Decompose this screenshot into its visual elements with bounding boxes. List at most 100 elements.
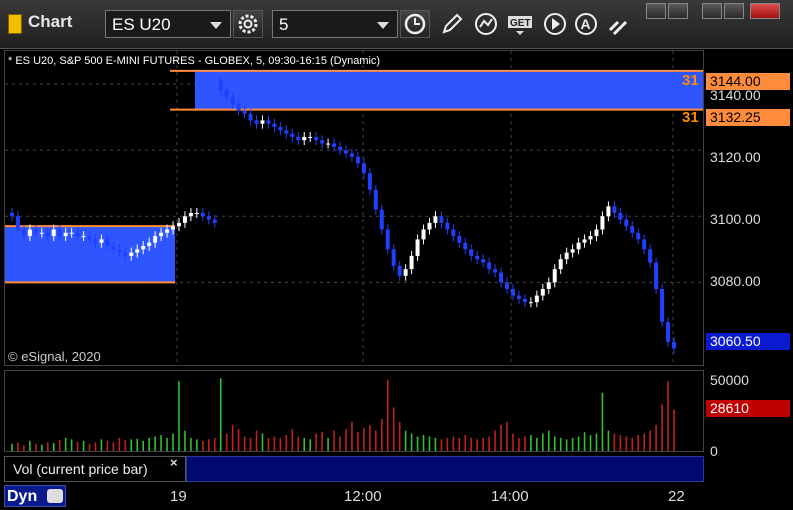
volume-bar xyxy=(64,437,67,451)
study-icon[interactable] xyxy=(472,10,500,38)
lock-icon xyxy=(47,489,63,503)
volume-bar xyxy=(416,436,419,451)
candle xyxy=(332,143,337,147)
candle xyxy=(427,222,432,230)
get-data-icon[interactable]: GET xyxy=(506,10,536,38)
volume-bar xyxy=(279,437,282,451)
link-icon[interactable] xyxy=(604,10,632,38)
interval-combobox[interactable]: 5 xyxy=(272,10,398,38)
settings-button[interactable] xyxy=(233,10,263,38)
candle xyxy=(284,130,289,134)
candle xyxy=(159,232,164,237)
volume-bar xyxy=(589,435,592,451)
candle xyxy=(182,216,187,223)
candle xyxy=(296,136,301,141)
svg-text:GET: GET xyxy=(510,18,531,29)
candle xyxy=(487,262,492,270)
candle xyxy=(361,163,366,174)
candle xyxy=(648,249,653,263)
volume-legend[interactable]: Vol (current price bar) xyxy=(4,456,186,482)
alert-icon[interactable]: A xyxy=(572,10,600,38)
volume-bar xyxy=(518,437,520,451)
play-icon[interactable] xyxy=(541,10,569,38)
minimize-button[interactable] xyxy=(702,3,722,19)
pencil-icon[interactable] xyxy=(438,10,466,38)
volume-bar xyxy=(94,442,97,451)
volume-bar xyxy=(213,437,216,451)
time-button[interactable] xyxy=(400,10,430,38)
volume-bar xyxy=(351,421,353,451)
volume-bar xyxy=(559,437,562,451)
volume-bar xyxy=(172,433,174,451)
symbol-combobox[interactable]: ES U20 xyxy=(105,10,231,38)
candle xyxy=(123,252,128,256)
candle xyxy=(302,136,307,141)
candle xyxy=(314,136,319,141)
close-button[interactable] xyxy=(750,3,780,19)
volume-bar xyxy=(11,443,13,451)
volume-bar xyxy=(315,433,317,451)
candle xyxy=(510,288,515,296)
candle xyxy=(254,120,259,124)
volume-bar xyxy=(386,379,389,451)
candle xyxy=(475,255,480,260)
candle xyxy=(433,216,438,223)
candle xyxy=(379,209,384,230)
candle xyxy=(320,140,325,144)
candle xyxy=(248,113,253,121)
volume-panel[interactable] xyxy=(4,370,704,452)
volume-bar xyxy=(178,381,180,451)
chart-title: * ES U20, S&P 500 E-MINI FUTURES - GLOBE… xyxy=(8,55,381,67)
volume-bar xyxy=(231,424,234,451)
volume-bar xyxy=(434,437,437,451)
candle xyxy=(338,146,343,151)
y-tick-label: 3100.00 xyxy=(710,211,761,227)
volume-bar xyxy=(637,435,640,451)
candle xyxy=(15,216,20,230)
candle xyxy=(445,222,450,230)
candle xyxy=(117,249,122,253)
price-chart-panel[interactable] xyxy=(4,50,704,366)
candle xyxy=(499,272,504,283)
volume-bar xyxy=(530,435,532,451)
volume-bar xyxy=(327,437,329,451)
volume-bar xyxy=(130,439,133,451)
candle xyxy=(224,90,229,98)
candle xyxy=(385,229,390,250)
volume-bar xyxy=(160,435,162,451)
volume-bar xyxy=(100,439,103,451)
close-study-icon[interactable]: × xyxy=(170,455,178,470)
candle xyxy=(463,242,468,250)
candle xyxy=(582,239,587,243)
candle xyxy=(81,236,86,238)
volume-bar xyxy=(291,429,294,451)
candle xyxy=(266,120,271,124)
maximize-button[interactable] xyxy=(724,3,744,19)
volume-bar xyxy=(76,441,79,451)
x-tick-label: 22 xyxy=(668,488,685,505)
candle xyxy=(439,216,444,223)
candle xyxy=(660,288,665,323)
volume-bar xyxy=(23,445,25,451)
volume-bar xyxy=(309,439,311,451)
volume-bar xyxy=(118,437,121,451)
volume-y-tick-label: 50000 xyxy=(710,372,749,388)
help-button[interactable] xyxy=(646,3,666,19)
dynamic-mode-button[interactable]: Dyn xyxy=(4,485,66,507)
candle xyxy=(176,222,181,227)
volume-bar xyxy=(482,437,484,451)
candle xyxy=(188,212,193,217)
volume-bar xyxy=(190,437,192,451)
volume-bar xyxy=(536,437,538,451)
volume-bar xyxy=(446,437,449,451)
candle xyxy=(451,229,456,237)
volume-bar xyxy=(542,433,544,451)
gear-icon xyxy=(238,14,258,34)
volume-bar xyxy=(106,440,109,451)
chart-window: Chart ES U20 5 GET A * ES U20, S&P 500 E… xyxy=(0,0,793,510)
volume-bar xyxy=(565,439,568,451)
volume-bar xyxy=(357,432,359,451)
restore-button[interactable] xyxy=(668,3,688,19)
candle xyxy=(546,282,551,289)
zone-bottom-price-label: 3132.25 xyxy=(706,109,790,126)
